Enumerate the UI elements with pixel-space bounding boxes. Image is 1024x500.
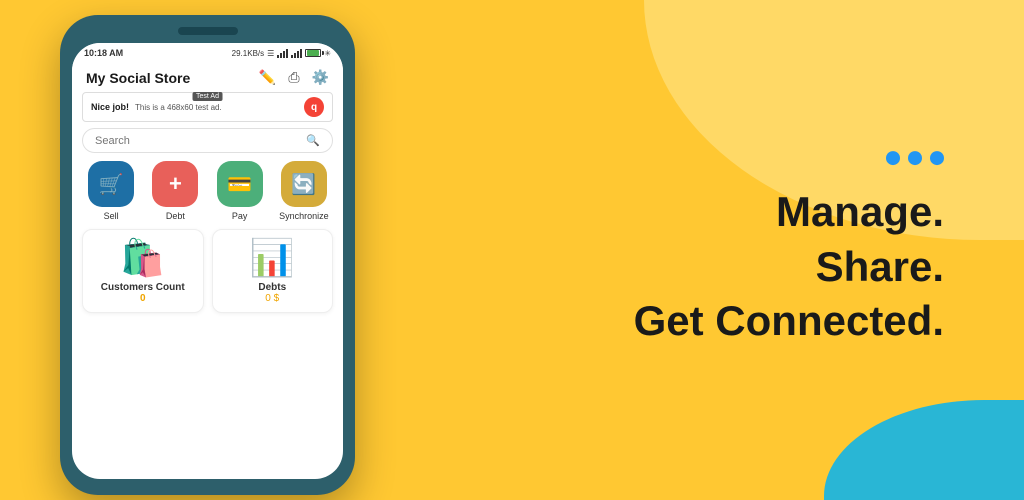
bar1 <box>277 55 279 58</box>
signal-bars-2 <box>291 49 302 58</box>
app-header: My Social Store ✏️ ⎙ ⚙️ <box>72 61 343 92</box>
bar2-2 <box>294 53 296 58</box>
ad-logo: q <box>304 97 324 117</box>
actions-grid: 🛒 Sell + Debt 💳 Pay 🔄 Synchronize <box>72 161 343 229</box>
ad-nicejob: Nice job! <box>91 102 129 112</box>
customers-card[interactable]: 🛍️ Customers Count 0 <box>82 229 204 313</box>
battery-fill <box>307 50 319 56</box>
action-debt[interactable]: + Debt <box>146 161 204 221</box>
action-sync[interactable]: 🔄 Synchronize <box>275 161 333 221</box>
settings-icon[interactable]: ⚙️ <box>312 69 329 86</box>
right-panel: Manage. Share. Get Connected. <box>634 151 944 349</box>
header-icons: ✏️ ⎙ ⚙️ <box>259 69 329 86</box>
bar1-2 <box>291 55 293 58</box>
phone-body: 10:18 AM 29.1KB/s ☰ <box>60 15 355 495</box>
wave-bottom-right <box>824 400 1024 500</box>
cards-grid: 🛍️ Customers Count 0 📊 Debts 0 $ <box>72 229 343 313</box>
bar2 <box>280 53 282 58</box>
search-bar[interactable]: 🔍 <box>82 128 333 153</box>
search-input[interactable] <box>95 135 306 147</box>
app-title: My Social Store <box>86 70 190 86</box>
bluetooth-icon: ✳ <box>324 49 331 58</box>
status-bar: 10:18 AM 29.1KB/s ☰ <box>72 43 343 61</box>
debts-title: Debts <box>258 282 286 293</box>
sell-label: Sell <box>104 211 119 221</box>
bar3 <box>283 51 285 58</box>
pay-label: Pay <box>232 211 248 221</box>
pay-icon: 💳 <box>217 161 263 207</box>
sync-label: Synchronize <box>279 211 329 221</box>
ad-label: Test Ad <box>192 92 223 101</box>
ad-text: This is a 468x60 test ad. <box>135 103 298 112</box>
bar4-2 <box>300 49 302 58</box>
sync-icon: 🔄 <box>281 161 327 207</box>
debts-card[interactable]: 📊 Debts 0 $ <box>212 229 334 313</box>
bar4 <box>286 49 288 58</box>
dot-1 <box>886 151 900 165</box>
phone-notch <box>178 27 238 35</box>
debts-value: 0 $ <box>265 293 279 304</box>
debts-illustration: 📊 <box>250 240 295 276</box>
phone-mockup: 10:18 AM 29.1KB/s ☰ <box>60 15 355 495</box>
debt-label: Debt <box>166 211 185 221</box>
debt-icon: + <box>152 161 198 207</box>
action-sell[interactable]: 🛒 Sell <box>82 161 140 221</box>
customers-illustration: 🛍️ <box>120 240 165 276</box>
tagline-line3: Get Connected. <box>634 294 944 349</box>
phone-screen: 10:18 AM 29.1KB/s ☰ <box>72 43 343 479</box>
edit-icon[interactable]: ✏️ <box>259 69 276 86</box>
tagline: Manage. Share. Get Connected. <box>634 185 944 349</box>
customers-value: 0 <box>140 293 146 304</box>
dot-3 <box>930 151 944 165</box>
tagline-line1: Manage. <box>634 185 944 240</box>
tagline-line2: Share. <box>634 240 944 295</box>
decorative-dots <box>634 151 944 165</box>
signal-bars <box>277 49 288 58</box>
sd-icon: ☰ <box>267 49 274 58</box>
action-pay[interactable]: 💳 Pay <box>211 161 269 221</box>
battery-icon <box>305 49 321 57</box>
sell-icon: 🛒 <box>88 161 134 207</box>
bar3-2 <box>297 51 299 58</box>
customers-title: Customers Count <box>101 282 185 293</box>
share-icon[interactable]: ⎙ <box>288 69 299 86</box>
status-right: 29.1KB/s ☰ <box>232 49 331 58</box>
dot-2 <box>908 151 922 165</box>
status-time: 10:18 AM <box>84 48 123 58</box>
data-speed: 29.1KB/s <box>232 49 264 58</box>
ad-banner: Test Ad Nice job! This is a 468x60 test … <box>82 92 333 122</box>
search-icon: 🔍 <box>306 134 320 147</box>
